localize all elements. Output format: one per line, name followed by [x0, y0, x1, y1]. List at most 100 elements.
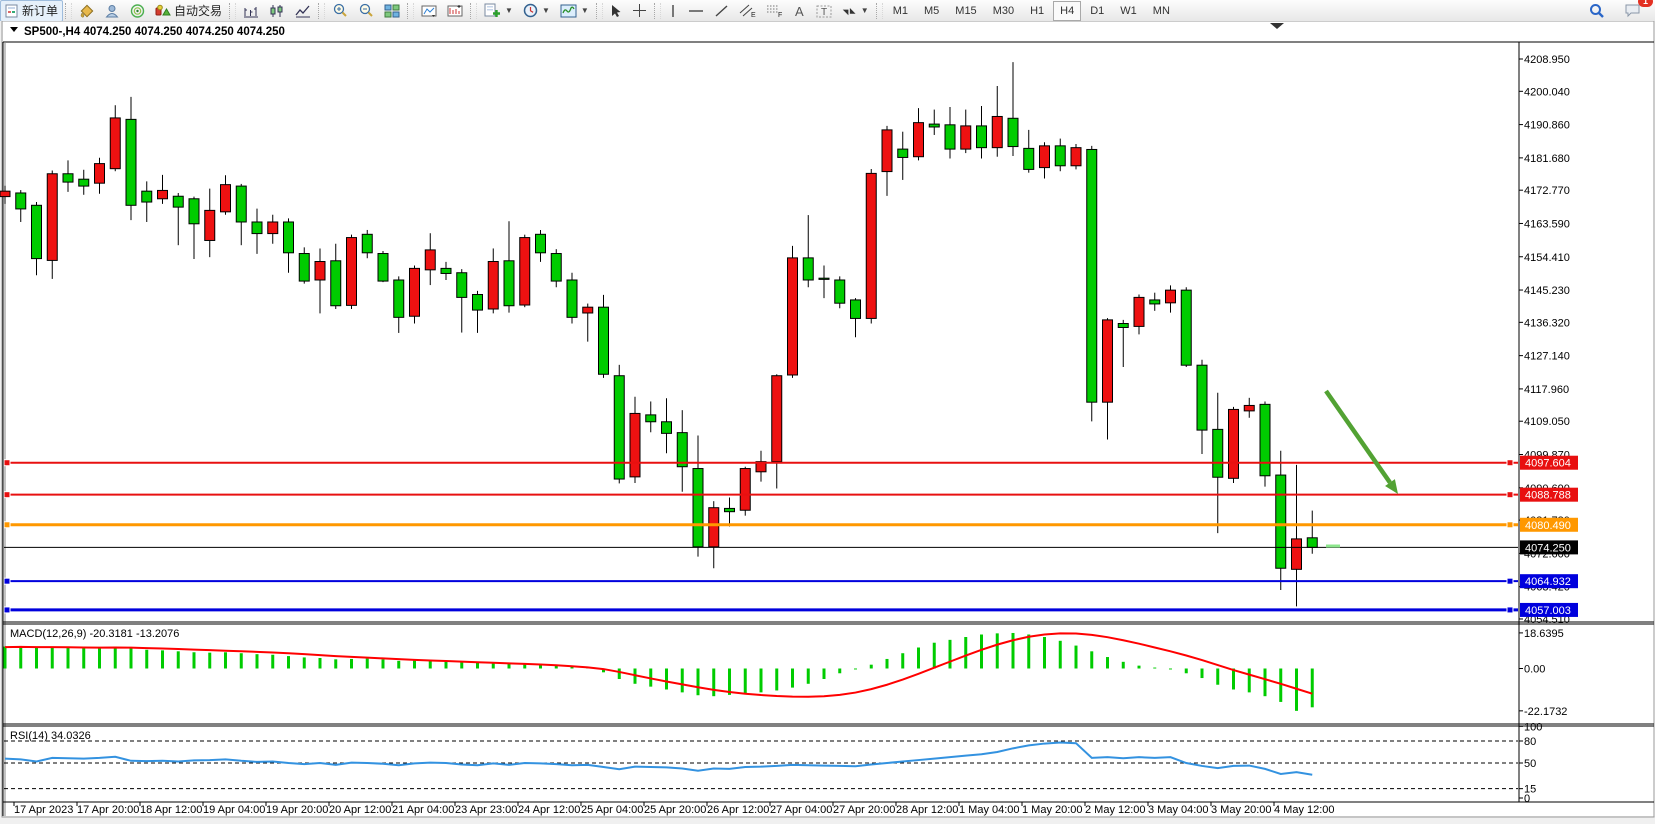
shapes-tool-button[interactable]: ▼	[837, 0, 874, 22]
main-toolbar: 新订单 自动交易	[0, 0, 1655, 22]
new-order-button[interactable]: 新订单	[0, 0, 63, 22]
price-axis-label: 4163.590	[1524, 218, 1570, 230]
candle	[898, 149, 908, 157]
chart-window: SP500-,H4 4074.250 4074.250 4074.250 407…	[0, 21, 1655, 824]
text-tool-button[interactable]: A	[788, 0, 811, 22]
candle	[268, 222, 278, 234]
label-tool-button[interactable]: T	[811, 0, 837, 22]
candle	[299, 254, 309, 282]
search-button[interactable]	[1584, 0, 1610, 22]
candle	[331, 261, 341, 306]
candle	[1134, 297, 1144, 326]
candle	[1024, 148, 1034, 169]
add-indicator-button[interactable]: ▼	[479, 0, 518, 22]
candle	[1040, 146, 1050, 168]
price-axis-label: 4117.960	[1524, 384, 1569, 396]
horizontal-line-tool-button[interactable]	[683, 0, 709, 22]
chart-canvas[interactable]: SP500-,H4 4074.250 4074.250 4074.250 407…	[0, 21, 1655, 824]
fibonacci-tool-button[interactable]: F	[761, 0, 788, 22]
new-order-label: 新订单	[22, 2, 58, 19]
timeframe-button-h1[interactable]: H1	[1023, 1, 1051, 21]
line-handle	[1507, 492, 1513, 498]
candle	[882, 130, 892, 172]
timeframe-button-m1[interactable]: M1	[886, 1, 915, 21]
tile-windows-button[interactable]	[379, 0, 405, 22]
styler-button[interactable]	[74, 0, 100, 22]
template-button[interactable]: ▼	[555, 0, 594, 22]
svg-text:4064.932: 4064.932	[1525, 576, 1571, 588]
rsi-label: RSI(14) 34.0326	[10, 730, 91, 742]
svg-text:4097.604: 4097.604	[1525, 458, 1571, 470]
candle	[1071, 148, 1081, 166]
cursor-tool-button[interactable]	[605, 0, 627, 22]
chevron-down-icon: ▼	[542, 6, 550, 15]
candle	[347, 238, 357, 306]
bar-chart-mode-button[interactable]	[238, 0, 264, 22]
timeframe-button-w1[interactable]: W1	[1113, 1, 1144, 21]
candle	[205, 210, 215, 240]
candle	[142, 191, 152, 202]
candlestick-mode-button[interactable]	[264, 0, 290, 22]
toolbar-separator	[470, 3, 477, 19]
zoom-in-button[interactable]	[327, 0, 353, 22]
price-axis-label: 4200.040	[1524, 86, 1570, 98]
svg-text:T: T	[821, 7, 827, 18]
mt4-terminal-window: { "toolbar": { "new_order_label": "新订单",…	[0, 0, 1655, 824]
text-label-icon: T	[816, 4, 832, 18]
toolbar-separator	[407, 3, 414, 19]
equidistant-channel-tool-button[interactable]: E	[734, 0, 761, 22]
candle	[236, 186, 246, 222]
timeframe-button-m15[interactable]: M15	[948, 1, 983, 21]
line-chart-mode-button[interactable]	[290, 0, 316, 22]
candle	[1276, 475, 1286, 568]
tile-windows-icon	[384, 4, 400, 18]
trendline-tool-button[interactable]	[709, 0, 734, 22]
vertical-line-tool-button[interactable]	[663, 0, 683, 22]
timeframe-toolbar: M1M5M15M30H1H4D1W1MN	[885, 1, 1178, 21]
timeframe-button-m5[interactable]: M5	[917, 1, 946, 21]
line-handle	[4, 522, 10, 528]
profile-button[interactable]	[100, 0, 125, 22]
candle	[977, 126, 987, 148]
price-axis-label: 4109.050	[1524, 416, 1570, 428]
candle	[473, 294, 483, 310]
line-handle	[4, 607, 10, 613]
indicator-list-button[interactable]	[442, 0, 468, 22]
zoom-out-button[interactable]	[353, 0, 379, 22]
notifications-button[interactable]: 1	[1620, 0, 1647, 22]
candle	[677, 433, 687, 467]
toolbar-separator	[229, 3, 236, 19]
line-handle	[4, 492, 10, 498]
period-button[interactable]: ▼	[518, 0, 555, 22]
time-axis-label: 26 Apr 12:00	[707, 804, 769, 816]
signals-button[interactable]	[125, 0, 150, 22]
chevron-down-icon: ▼	[861, 6, 869, 15]
zoom-in-icon	[332, 3, 348, 18]
timeframe-button-mn[interactable]: MN	[1146, 1, 1177, 21]
time-axis-label: 19 Apr 20:00	[266, 804, 328, 816]
timeframe-button-m30[interactable]: M30	[986, 1, 1021, 21]
candle	[0, 191, 10, 196]
time-axis-label: 21 Apr 04:00	[392, 804, 454, 816]
crosshair-tool-button[interactable]	[627, 0, 652, 22]
candle	[725, 508, 735, 511]
candle	[662, 422, 672, 434]
svg-text:E: E	[751, 12, 756, 18]
svg-text:F: F	[778, 12, 782, 18]
timeframe-button-h4[interactable]: H4	[1053, 1, 1081, 21]
svg-text:A: A	[795, 4, 804, 18]
candle	[425, 250, 435, 270]
zoom-out-icon	[358, 3, 374, 18]
price-axis-label: 4172.770	[1524, 185, 1570, 197]
cursor-arrow-icon	[610, 4, 622, 18]
clock-icon	[523, 3, 538, 18]
chevron-down-icon: ▼	[581, 6, 589, 15]
auto-trading-button[interactable]: 自动交易	[150, 0, 227, 22]
indicator-window-button[interactable]	[416, 0, 442, 22]
price-axis-label: 4145.230	[1524, 285, 1570, 297]
macd-label: MACD(12,26,9) -20.3181 -13.2076	[10, 628, 179, 640]
price-axis-label: 4190.860	[1524, 120, 1570, 132]
chart-title: SP500-,H4 4074.250 4074.250 4074.250 407…	[24, 26, 285, 38]
timeframe-button-d1[interactable]: D1	[1083, 1, 1111, 21]
signal-broadcast-icon	[130, 4, 145, 18]
